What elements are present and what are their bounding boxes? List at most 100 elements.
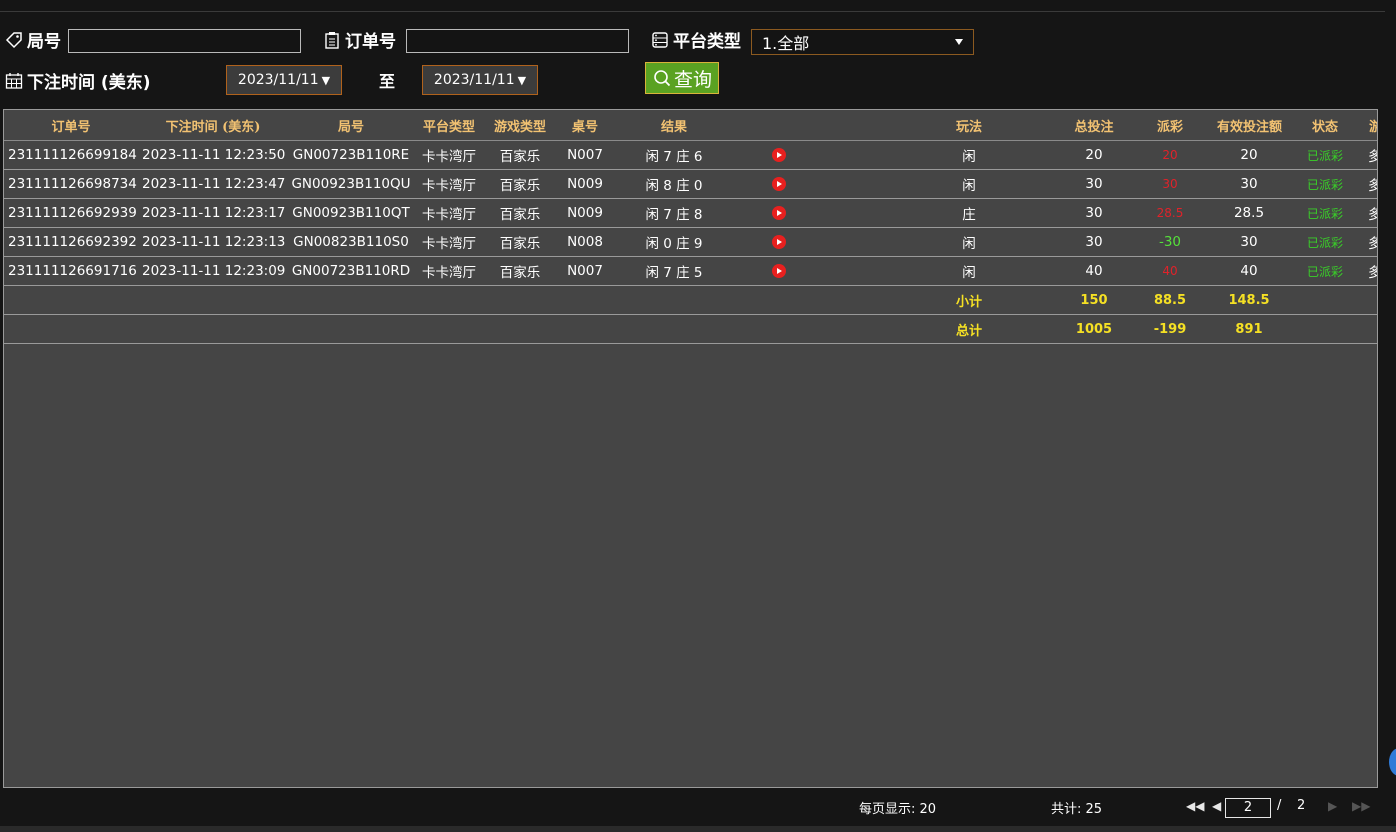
sum-empty-cell — [4, 314, 874, 344]
play-icon[interactable] — [772, 206, 786, 220]
page-separator: / — [1277, 798, 1282, 813]
round-label: 局号 — [4, 27, 61, 52]
sum-payout: -199 — [1124, 314, 1216, 344]
play-icon[interactable] — [772, 148, 786, 162]
gametype-cell: 百家乐 — [484, 169, 556, 199]
valid-bet-cell: 30 — [1216, 227, 1282, 257]
order-label-text: 订单号 — [345, 32, 396, 52]
payout-cell: 20 — [1124, 140, 1216, 170]
round-input[interactable] — [68, 29, 301, 53]
order-cell: 231111126692939 — [4, 198, 138, 228]
sum-bet: 150 — [1064, 285, 1124, 315]
col-gametype: 游戏类型 — [484, 110, 556, 141]
order-label: 订单号 — [322, 27, 396, 52]
last-page-icon[interactable]: ▶▶ — [1352, 799, 1370, 813]
col-replay — [734, 110, 824, 141]
platform-cell: 卡卡湾厅 — [414, 198, 484, 228]
query-button-label: 查询 — [673, 68, 712, 91]
col-payout: 派彩 — [1124, 110, 1216, 141]
orders-table-panel: 订单号 下注时间 (美东) 局号 平台类型 游戏类型 桌号 结果 玩法 总投注 … — [3, 109, 1378, 788]
sum-status-empty — [1282, 285, 1368, 315]
playtype-cell: 闲 — [874, 227, 1064, 257]
date-from-value: 2023/11/11 — [237, 72, 319, 88]
prev-page-icon[interactable]: ◀ — [1212, 799, 1221, 813]
query-button[interactable]: 查询 — [645, 62, 719, 94]
replay-cell — [734, 169, 824, 199]
date-to-picker[interactable]: 2023/11/11 ▼ — [422, 65, 538, 95]
platform-select[interactable]: 1.全部 — [751, 29, 974, 55]
spacer-cell — [824, 140, 874, 170]
spacer-cell — [824, 198, 874, 228]
playtype-cell: 闲 — [874, 169, 1064, 199]
payout-cell: 28.5 — [1124, 198, 1216, 228]
bettime-cell: 2023-11-11 12:23:09 — [138, 256, 288, 286]
payout-cell: 40 — [1124, 256, 1216, 286]
table-row: 231111126699184 2023-11-11 12:23:50 GN0072… — [4, 140, 1377, 170]
table-row: 231111126692939 2023-11-11 12:23:17 GN0092… — [4, 198, 1377, 228]
mode-cell: 多台 — [1368, 198, 1377, 228]
play-icon[interactable] — [772, 177, 786, 191]
bet-cell: 40 — [1064, 256, 1124, 286]
table-row: 231111126691716 2023-11-11 12:23:09 GN0072… — [4, 256, 1377, 286]
sum-label: 小计 — [874, 285, 1064, 315]
table-row: 231111126692392 2023-11-11 12:23:13 GN0082… — [4, 227, 1377, 257]
server-icon — [652, 31, 668, 48]
valid-bet-cell: 20 — [1216, 140, 1282, 170]
first-page-icon[interactable]: ◀◀ — [1186, 799, 1204, 813]
spacer-cell — [824, 169, 874, 199]
col-round: 局号 — [288, 110, 414, 141]
play-icon[interactable] — [772, 264, 786, 278]
bottom-strip — [0, 826, 1396, 832]
tag-icon — [5, 31, 22, 48]
gametype-cell: 百家乐 — [484, 256, 556, 286]
payout-cell: -30 — [1124, 227, 1216, 257]
status-cell: 已派彩 — [1282, 140, 1368, 170]
col-result: 结果 — [614, 110, 734, 141]
per-page-label: 每页显示: 20 — [859, 802, 937, 817]
table-cell: N007 — [556, 140, 614, 170]
order-cell: 231111126692392 — [4, 227, 138, 257]
total-count-label: 共计: 25 — [1051, 802, 1103, 817]
playtype-cell: 闲 — [874, 256, 1064, 286]
col-platform: 平台类型 — [414, 110, 484, 141]
result-cell: 闲 7 庄 5 — [614, 256, 734, 286]
mode-cell: 多台 — [1368, 256, 1377, 286]
col-playtype: 玩法 — [874, 110, 1064, 141]
status-cell: 已派彩 — [1282, 169, 1368, 199]
total-pages-label: 2 — [1297, 798, 1306, 813]
sum-valid: 891 — [1216, 314, 1282, 344]
result-cell: 闲 0 庄 9 — [614, 227, 734, 257]
table-header-row: 订单号 下注时间 (美东) 局号 平台类型 游戏类型 桌号 结果 玩法 总投注 … — [4, 110, 1377, 141]
calendar-icon — [5, 72, 23, 89]
playtype-cell: 庄 — [874, 198, 1064, 228]
orders-table: 订单号 下注时间 (美东) 局号 平台类型 游戏类型 桌号 结果 玩法 总投注 … — [4, 110, 1377, 344]
next-page-icon[interactable]: ▶ — [1328, 799, 1337, 813]
col-empty — [824, 110, 874, 141]
valid-bet-cell: 40 — [1216, 256, 1282, 286]
sum-label: 总计 — [874, 314, 1064, 344]
platform-cell: 卡卡湾厅 — [414, 169, 484, 199]
platform-label: 平台类型 — [650, 27, 741, 52]
payout-cell: 30 — [1124, 169, 1216, 199]
order-cell: 231111126699184 — [4, 140, 138, 170]
col-valid: 有效投注额 — [1216, 110, 1282, 141]
replay-cell — [734, 227, 824, 257]
result-cell: 闲 8 庄 0 — [614, 169, 734, 199]
round-cell: GN00823B110S0 — [288, 227, 414, 257]
gametype-cell: 百家乐 — [484, 198, 556, 228]
bet-cell: 30 — [1064, 227, 1124, 257]
sum-empty-cell — [4, 285, 874, 315]
result-cell: 闲 7 庄 8 — [614, 198, 734, 228]
floating-widget-icon[interactable] — [1389, 748, 1396, 776]
date-from-picker[interactable]: 2023/11/11 ▼ — [226, 65, 342, 95]
order-cell: 231111126698734 — [4, 169, 138, 199]
sum-payout: 88.5 — [1124, 285, 1216, 315]
top-divider — [0, 11, 1385, 12]
round-cell: GN00723B110RE — [288, 140, 414, 170]
caret-down-icon: ▼ — [321, 73, 331, 87]
order-input[interactable] — [406, 29, 629, 53]
gametype-cell: 百家乐 — [484, 140, 556, 170]
bet-cell: 30 — [1064, 169, 1124, 199]
play-icon[interactable] — [772, 235, 786, 249]
page-number-input[interactable]: 2 — [1225, 798, 1271, 818]
